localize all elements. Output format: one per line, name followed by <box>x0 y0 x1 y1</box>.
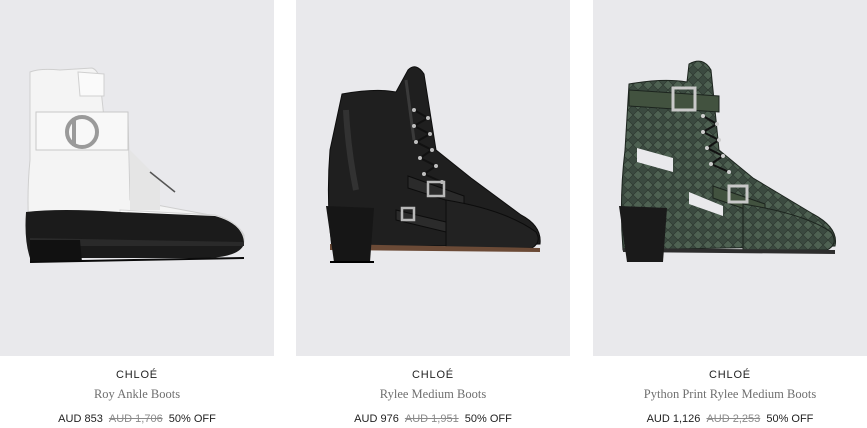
price-row: AUD 1,126 AUD 2,253 50% OFF <box>593 413 867 425</box>
discount-label: 50% OFF <box>766 413 814 425</box>
product-card[interactable]: CHLOÉ Python Print Rylee Medium Boots AU… <box>593 0 867 425</box>
product-image[interactable] <box>296 0 570 356</box>
product-image[interactable] <box>593 0 867 356</box>
original-price: AUD 1,706 <box>108 413 163 425</box>
current-price: AUD 853 <box>58 413 103 425</box>
product-name[interactable]: Rylee Medium Boots <box>296 387 570 403</box>
product-brand[interactable]: CHLOÉ <box>0 369 274 383</box>
product-name[interactable]: Python Print Rylee Medium Boots <box>593 387 867 403</box>
white-boot-illustration <box>25 67 245 263</box>
original-price: AUD 2,253 <box>706 413 761 425</box>
discount-label: 50% OFF <box>464 413 512 425</box>
python-print-boot-illustration <box>619 60 837 262</box>
product-brand[interactable]: CHLOÉ <box>593 369 867 383</box>
price-row: AUD 976 AUD 1,951 50% OFF <box>296 413 570 425</box>
product-card[interactable]: CHLOÉ Rylee Medium Boots AUD 976 AUD 1,9… <box>296 0 570 425</box>
current-price: AUD 1,126 <box>646 413 701 425</box>
product-brand[interactable]: CHLOÉ <box>296 369 570 383</box>
price-row: AUD 853 AUD 1,706 50% OFF <box>0 413 274 425</box>
black-boot-illustration <box>326 66 541 263</box>
product-card[interactable]: CHLOÉ Roy Ankle Boots AUD 853 AUD 1,706 … <box>0 0 274 425</box>
discount-label: 50% OFF <box>168 413 216 425</box>
current-price: AUD 976 <box>354 413 399 425</box>
original-price: AUD 1,951 <box>404 413 459 425</box>
product-image[interactable] <box>0 0 274 356</box>
product-name[interactable]: Roy Ankle Boots <box>0 387 274 403</box>
